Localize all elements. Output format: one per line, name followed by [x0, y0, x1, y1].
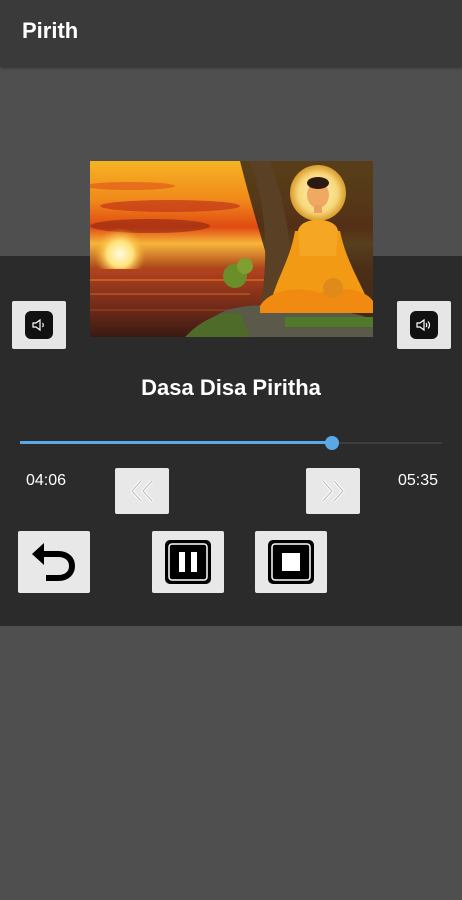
volume-up-button[interactable]: [397, 301, 451, 349]
rewind-button[interactable]: [115, 468, 169, 514]
volume-down-button[interactable]: [12, 301, 66, 349]
pause-button[interactable]: [152, 531, 224, 593]
track-title: Dasa Disa Piritha: [141, 375, 321, 400]
pause-icon: [165, 540, 211, 584]
back-arrow-icon: [32, 543, 76, 581]
album-artwork: [90, 161, 373, 337]
stop-icon: [268, 540, 314, 584]
seek-bar[interactable]: [20, 433, 442, 453]
stop-button[interactable]: [255, 531, 327, 593]
total-time: 05:35: [397, 472, 438, 489]
volume-up-icon: [410, 311, 438, 339]
current-time: 04:06: [26, 472, 67, 489]
volume-down-icon: [25, 311, 53, 339]
buddha-sunset-image: [90, 161, 373, 337]
app-title: Pirith: [22, 18, 79, 43]
rewind-icon: [130, 479, 154, 503]
seek-progress: [20, 441, 332, 444]
fast-forward-icon: [321, 479, 345, 503]
fast-forward-button[interactable]: [306, 468, 360, 514]
app-bar: Pirith: [0, 0, 462, 66]
seek-thumb[interactable]: [325, 436, 339, 450]
back-button[interactable]: [18, 531, 90, 593]
